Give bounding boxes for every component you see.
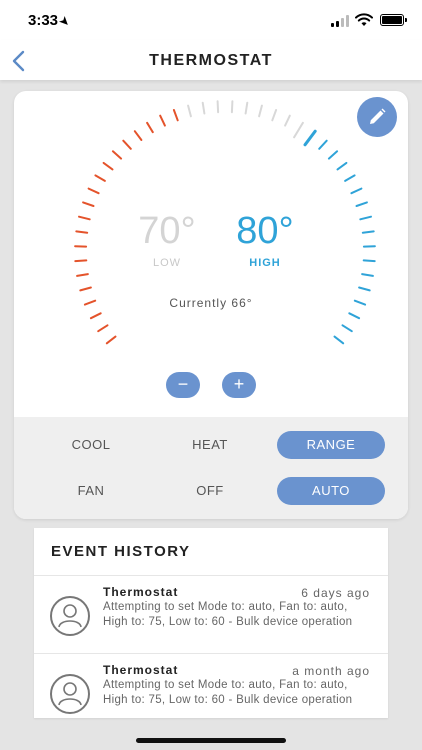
event-history-header: EVENT HISTORY (34, 528, 388, 576)
dial-tick (293, 121, 304, 139)
dial-tick (344, 174, 356, 182)
dial-tick (327, 150, 339, 160)
page-title: THERMOSTAT (149, 52, 273, 69)
current-temperature: Currently 66° (169, 296, 253, 310)
dial-tick (133, 130, 143, 141)
dial-tick (102, 161, 114, 171)
dial-tick (146, 121, 154, 134)
high-temperature[interactable]: 80° (222, 210, 308, 253)
event-description: Attempting to set Mode to: auto, Fan to:… (103, 601, 353, 628)
status-time-text: 3:33 (28, 12, 59, 29)
user-icon (50, 674, 90, 714)
decrease-button[interactable]: − (166, 372, 200, 398)
dial-tick (187, 104, 192, 118)
dial-tick (79, 286, 92, 292)
dial-tick (78, 215, 91, 221)
event-row[interactable]: Thermostat a month ago Attempting to set… (34, 654, 388, 718)
temperature-dial[interactable] (14, 91, 408, 417)
edit-button[interactable] (357, 97, 397, 137)
dial-tick (82, 201, 95, 207)
dial-tick (75, 230, 89, 234)
dial-tick (358, 286, 371, 292)
dial-tick (201, 101, 206, 115)
battery-icon (380, 14, 407, 26)
dial-tick (172, 109, 179, 122)
event-name: Thermostat (103, 663, 179, 677)
dial-tick (271, 109, 278, 122)
dial-tick (355, 201, 368, 207)
dial-tick (361, 230, 375, 234)
dial-tick (74, 259, 88, 263)
fan-toggle[interactable]: FAN (37, 477, 145, 505)
dial-tick (341, 324, 353, 333)
dial-tick (333, 335, 345, 345)
event-history-card: EVENT HISTORY Thermostat 6 days ago Atte… (34, 528, 388, 718)
dial-tick (303, 129, 317, 147)
dial-tick (76, 273, 89, 277)
mode-range[interactable]: RANGE (277, 431, 385, 459)
mode-cool[interactable]: COOL (37, 431, 145, 459)
dial-tick (244, 101, 249, 115)
signal-icon (331, 15, 349, 27)
event-name: Thermostat (103, 585, 179, 599)
fan-off[interactable]: OFF (156, 477, 264, 505)
dial-tick (105, 335, 117, 345)
dial-tick (122, 139, 132, 150)
pencil-icon (370, 108, 386, 124)
dial-tick (87, 187, 100, 195)
high-label: HIGH (249, 257, 281, 269)
wifi-icon (355, 13, 373, 26)
dial-tick (97, 324, 109, 333)
event-history-title: EVENT HISTORY (51, 543, 191, 560)
dial-tick (216, 100, 220, 114)
location-arrow-icon: ➤ (56, 14, 72, 30)
increase-button[interactable]: + (222, 372, 256, 398)
event-description: Attempting to set Mode to: auto, Fan to:… (103, 679, 353, 706)
status-time: 3:33➤ (28, 12, 72, 29)
dial-tick (111, 150, 123, 160)
event-time: a month ago (292, 664, 370, 678)
fan-auto[interactable]: AUTO (277, 477, 385, 505)
dial-tick (359, 215, 372, 221)
dial-tick (348, 312, 361, 320)
dial-tick (353, 299, 367, 306)
dial-tick (361, 273, 374, 277)
dial-tick (230, 100, 234, 114)
dial-tick (83, 299, 97, 306)
low-temperature[interactable]: 70° (124, 210, 210, 253)
home-indicator (136, 738, 286, 743)
dial-tick (362, 259, 376, 263)
thermostat-card: 70° 80° LOW HIGH Currently 66° − + COOL … (14, 91, 408, 519)
dial-tick (336, 161, 348, 171)
mode-panel: COOL HEAT RANGE FAN OFF AUTO (14, 417, 408, 519)
dial-tick (284, 114, 291, 127)
dial-tick (350, 187, 363, 195)
user-icon (50, 596, 90, 636)
event-time: 6 days ago (301, 586, 370, 600)
dial-tick (159, 114, 166, 127)
dial-tick (89, 312, 102, 320)
nav-bar: THERMOSTAT (0, 40, 422, 80)
dial-tick (94, 174, 106, 182)
mode-heat[interactable]: HEAT (156, 431, 264, 459)
event-row[interactable]: Thermostat 6 days ago Attempting to set … (34, 576, 388, 654)
status-bar: 3:33➤ (0, 0, 422, 40)
dial-tick (318, 139, 328, 150)
dial-tick (258, 104, 263, 118)
low-label: LOW (152, 257, 182, 269)
